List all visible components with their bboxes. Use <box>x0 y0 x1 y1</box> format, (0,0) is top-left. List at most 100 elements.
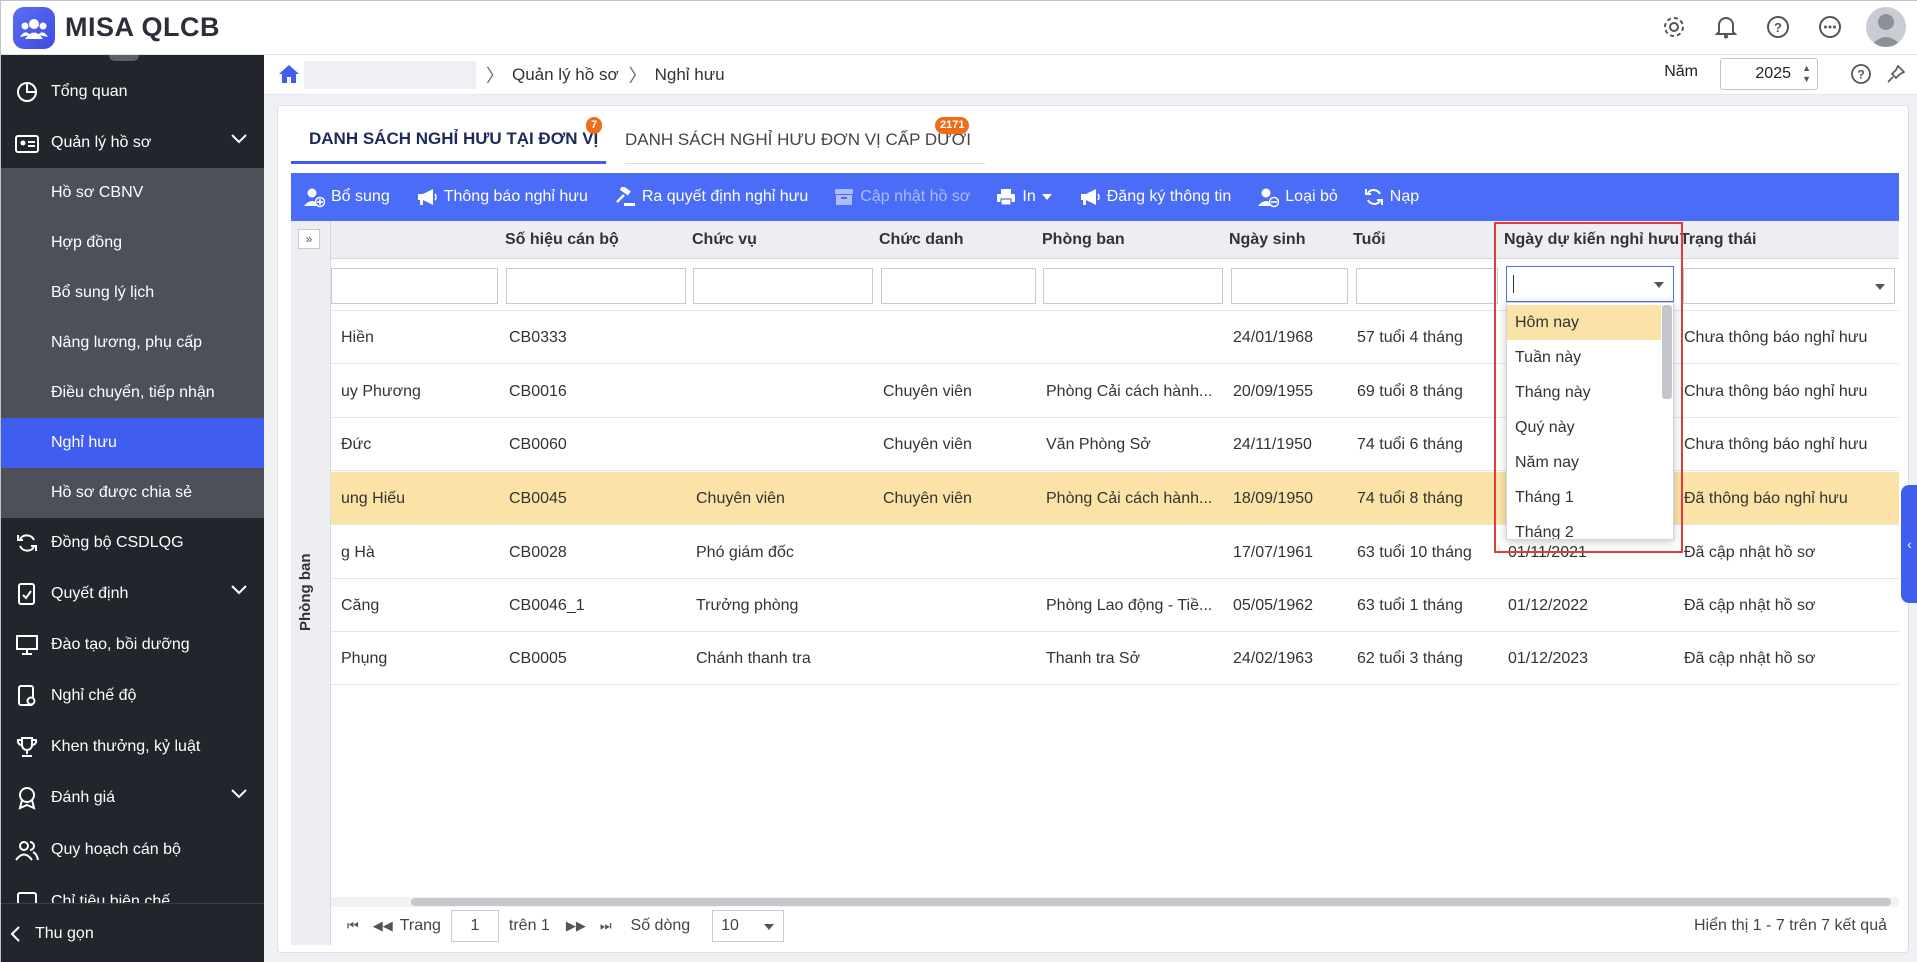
year-stepper[interactable]: 2025 ▲ ▼ <box>1720 58 1818 90</box>
home-icon[interactable] <box>278 64 300 84</box>
column-header-staff-code[interactable]: Số hiệu cán bộ <box>499 221 619 259</box>
dropdown-option[interactable]: Tháng 2 <box>1507 515 1661 539</box>
register-info-button[interactable]: Đăng ký thông tin <box>1079 188 1231 206</box>
filter-position-input[interactable] <box>693 268 873 304</box>
sidebar-item-label: Tổng quan <box>51 83 128 100</box>
sidebar-item-evaluation[interactable]: Đánh giá <box>1 773 264 823</box>
notify-retirement-button[interactable]: Thông báo nghỉ hưu <box>416 188 588 206</box>
cell-department: Phòng Cải cách hành... <box>1046 490 1213 507</box>
dropdown-option[interactable]: Tháng này <box>1507 375 1661 410</box>
dropdown-option[interactable]: Quý này <box>1507 410 1661 445</box>
column-header-dob[interactable]: Ngày sinh <box>1223 221 1305 259</box>
app-logo[interactable]: MISA QLCB <box>13 6 220 49</box>
sidebar-item-sync[interactable]: Đồng bộ CSDLQG <box>1 518 264 568</box>
sidebar-subitem-salary[interactable]: Nâng lương, phụ cấp <box>1 318 264 368</box>
first-page-icon[interactable]: ⏮ <box>347 918 359 934</box>
side-panel-toggle-chevron-icon[interactable]: ‹ <box>1901 485 1917 603</box>
tab-retirement-in-unit[interactable]: DANH SÁCH NGHỈ HƯU TẠI ĐƠN VỊ <box>291 116 606 164</box>
print-button[interactable]: In <box>996 188 1052 206</box>
sidebar-collapse-button[interactable]: Thu gọn <box>1 903 264 962</box>
dropdown-option[interactable]: Năm nay <box>1507 445 1661 480</box>
update-profile-button[interactable]: Cập nhật hồ sơ <box>834 188 970 206</box>
tab-retirement-subunits[interactable]: DANH SÁCH NGHỈ HƯU ĐƠN VỊ CẤP DƯỚI <box>625 116 985 164</box>
sidebar-subitem-retirement[interactable]: Nghỉ hưu <box>1 418 264 468</box>
remove-person-icon <box>1257 186 1280 208</box>
rows-per-page-select[interactable]: 10 <box>712 910 785 942</box>
svg-text:?: ? <box>1774 20 1782 35</box>
dropdown-option[interactable]: Hôm nay <box>1507 305 1661 340</box>
cell-title <box>873 632 883 685</box>
horizontal-scrollbar[interactable] <box>331 897 1899 907</box>
breadcrumb-item[interactable]: Quản lý hồ sơ <box>512 65 619 85</box>
sidebar-item-label: Đánh giá <box>51 789 116 806</box>
reload-button[interactable]: Nạp <box>1364 187 1419 207</box>
last-page-icon[interactable]: ⏭ <box>600 918 612 934</box>
sidebar-item-training[interactable]: Đào tạo, bồi dưỡng <box>1 620 264 670</box>
add-person-icon <box>303 186 325 208</box>
page-number-input[interactable]: 1 <box>450 910 499 942</box>
tab-label: DANH SÁCH NGHỈ HƯU TẠI ĐƠN VỊ <box>309 128 599 148</box>
sidebar-item-overview[interactable]: Tổng quan <box>1 67 264 117</box>
column-header-age[interactable]: Tuổi <box>1347 221 1386 259</box>
sidebar-item-profile-management[interactable]: Quản lý hồ sơ <box>1 118 264 168</box>
filter-status-select[interactable] <box>1683 268 1895 304</box>
expected-retirement-filter-select[interactable] <box>1506 266 1674 302</box>
sidebar-item-decision[interactable]: Quyết định <box>1 569 264 619</box>
sidebar-subitem-transfer[interactable]: Điều chuyển, tiếp nhận <box>1 368 264 418</box>
cell-age: 63 tuổi 10 tháng <box>1357 544 1472 561</box>
table-row[interactable]: Phụng CB0005 Chánh thanh tra Thanh tra S… <box>331 632 1899 685</box>
column-header-status[interactable]: Trạng thái <box>1674 221 1756 259</box>
dropdown-option[interactable]: Tuần này <box>1507 340 1661 375</box>
column-header-department[interactable]: Phòng ban <box>1036 221 1125 259</box>
year-value: 2025 <box>1755 65 1791 82</box>
cell-department: Phòng Lao động - Tiề... <box>1046 597 1213 614</box>
sidebar-item-leave-policy[interactable]: Nghỉ chế độ <box>1 671 264 721</box>
remove-button[interactable]: Loại bỏ <box>1257 186 1338 208</box>
date-filter-dropdown: Hôm nay Tuần này Tháng này Quý này Năm n… <box>1506 302 1674 540</box>
filter-title-input[interactable] <box>881 268 1036 304</box>
more-options-icon[interactable] <box>1814 11 1846 43</box>
filter-staff-code-input[interactable] <box>506 268 686 304</box>
sidebar-subitem-resume-update[interactable]: Bổ sung lý lịch <box>1 268 264 318</box>
sidebar-subitem-shared-profiles[interactable]: Hồ sơ được chia sẻ <box>1 468 264 518</box>
cell-dob: 20/09/1955 <box>1233 383 1314 400</box>
add-button[interactable]: Bổ sung <box>303 186 390 208</box>
cell-dob: 24/11/1950 <box>1233 436 1312 453</box>
cell-title <box>873 579 883 632</box>
breadcrumb: 〉 Quản lý hồ sơ 〉 Nghỉ hưu Năm 2025 ▲ ▼ ? <box>264 55 1917 95</box>
cell-department <box>1036 311 1218 364</box>
filter-name-input[interactable] <box>331 268 498 304</box>
scrollbar-thumb[interactable] <box>411 898 1891 906</box>
dropdown-option[interactable]: Tháng 1 <box>1507 480 1661 515</box>
table-row[interactable]: Căng CB0046_1 Trưởng phòng Phòng Lao độn… <box>331 579 1899 632</box>
cell-position: Phó giám đốc <box>696 544 794 561</box>
next-page-icon[interactable]: ▶▶ <box>566 918 586 934</box>
notification-bell-icon[interactable] <box>1710 11 1742 43</box>
app-title: MISA QLCB <box>65 12 220 42</box>
retirement-decision-button[interactable]: Ra quyết định nghỉ hưu <box>614 187 808 207</box>
expand-double-chevron-icon[interactable]: » <box>298 229 320 249</box>
sidebar-item-rewards[interactable]: Khen thưởng, kỷ luật <box>1 722 264 772</box>
people-icon <box>13 836 41 864</box>
column-header-position[interactable]: Chức vụ <box>686 221 757 259</box>
reload-button-label: Nạp <box>1389 188 1420 205</box>
help-icon[interactable]: ? <box>1762 11 1794 43</box>
sidebar-item-planning[interactable]: Quy hoạch cán bộ <box>1 825 264 875</box>
pin-icon[interactable] <box>1886 64 1906 84</box>
filter-age-input[interactable] <box>1356 268 1498 304</box>
filter-dob-input[interactable] <box>1231 268 1348 304</box>
sidebar-subitem-contract[interactable]: Hợp đồng <box>1 218 264 268</box>
settings-gear-icon[interactable] <box>1658 11 1690 43</box>
sidebar-handle[interactable] <box>109 55 139 61</box>
cell-status: Đã cập nhật hồ sơ <box>1684 544 1816 561</box>
sidebar-subitem-staff-profile[interactable]: Hồ sơ CBNV <box>1 168 264 218</box>
user-avatar[interactable] <box>1866 7 1906 47</box>
prev-page-icon[interactable]: ◀◀ <box>373 918 393 934</box>
column-header-title[interactable]: Chức danh <box>873 221 963 259</box>
filter-department-input[interactable] <box>1043 268 1223 304</box>
help-icon[interactable]: ? <box>1850 63 1872 85</box>
spin-arrows-icon[interactable]: ▲ ▼ <box>1799 63 1811 85</box>
cell-status: Đã cập nhật hồ sơ <box>1684 650 1816 667</box>
text-cursor <box>1513 275 1514 293</box>
dropdown-scrollbar[interactable] <box>1662 305 1672 399</box>
